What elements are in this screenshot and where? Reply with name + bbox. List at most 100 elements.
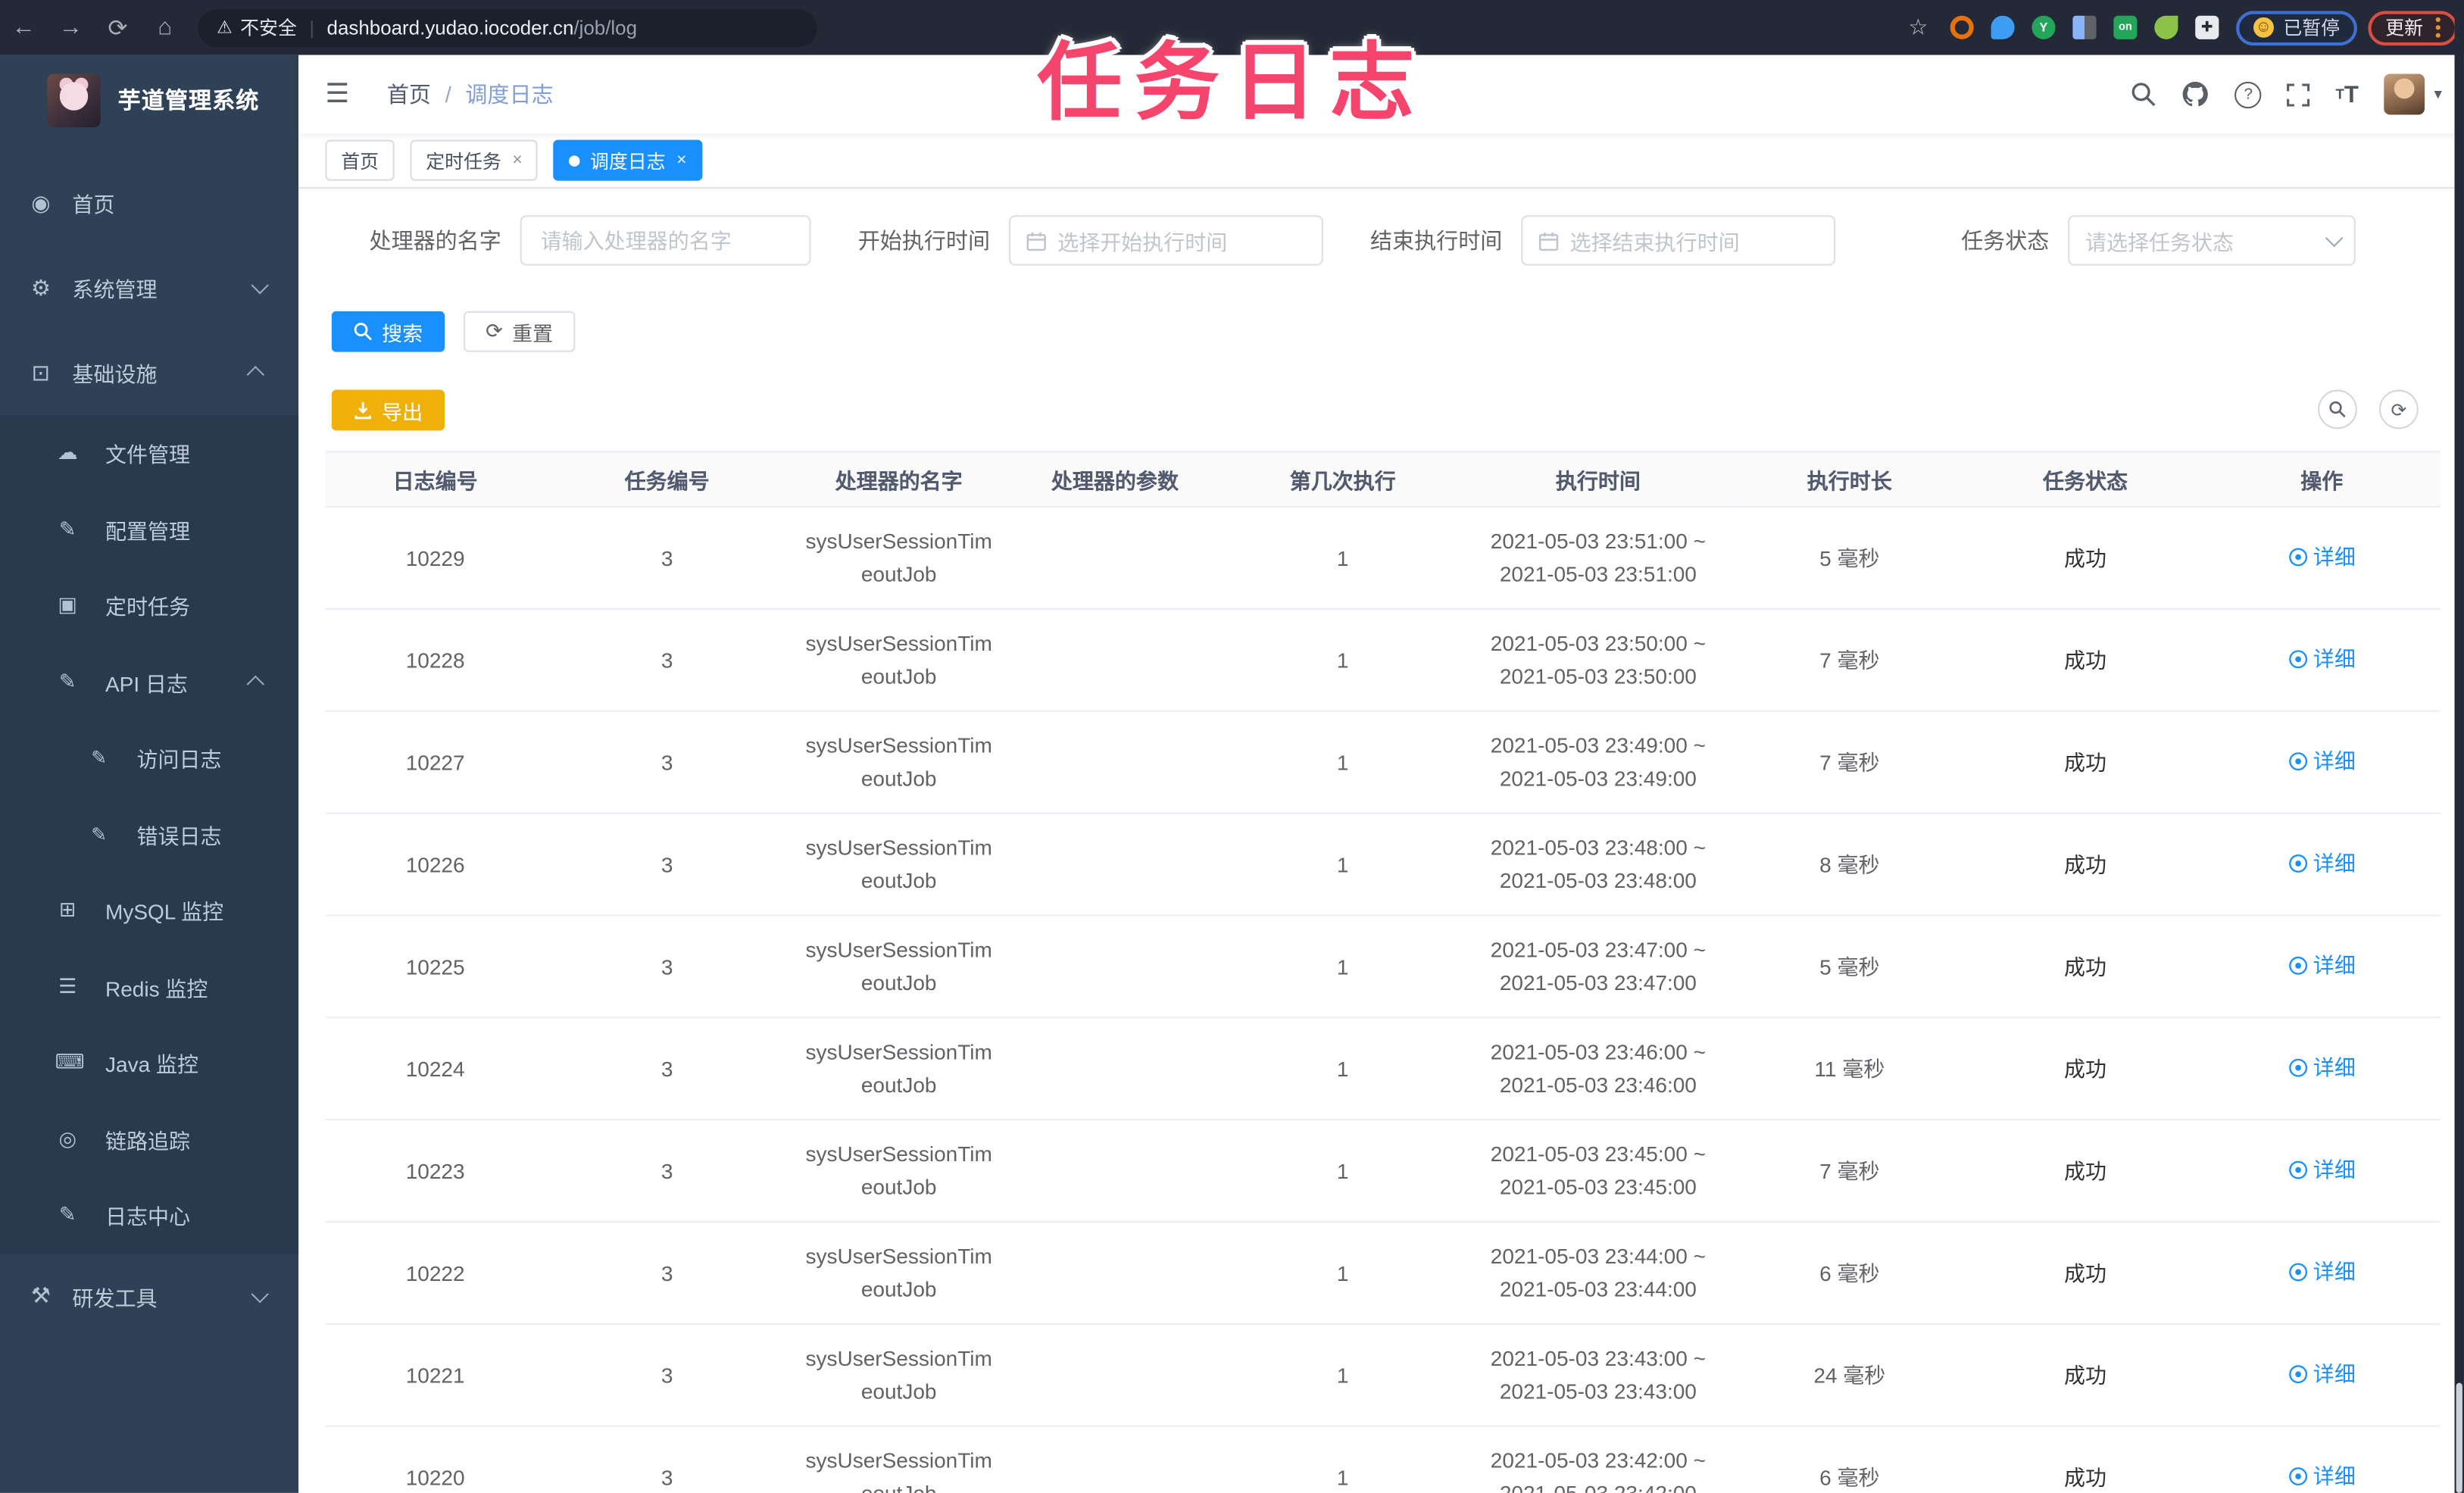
fullscreen-icon[interactable] [2287,83,2310,106]
toggle-search-button[interactable] [2318,389,2357,429]
github-icon[interactable] [2181,80,2209,108]
extensions-puzzle-icon[interactable]: ✚ [2195,15,2219,39]
cell-handler: sysUserSessionTimeoutJob [789,915,1009,1019]
chevron-up-icon [246,675,265,693]
cell-param [1008,1120,1221,1223]
detail-link[interactable]: 详细 [2288,540,2356,573]
url-path[interactable]: /job/log [573,17,637,39]
close-icon[interactable]: × [512,151,522,170]
cell-log-id: 10222 [325,1222,545,1325]
extension-grid-icon[interactable] [2072,15,2097,39]
sidebar-item-系统管理[interactable]: ⚙ 系统管理 [0,245,298,330]
extension-green-y-icon[interactable]: Y [2031,15,2056,39]
task-status-placeholder: 请选择任务状态 [2085,230,2234,255]
hamburger-icon[interactable]: ☰ [325,79,349,110]
tag-定时任务[interactable]: 定时任务 × [410,139,539,181]
detail-link[interactable]: 详细 [2288,1153,2356,1186]
sidebar-item-访问日志[interactable]: ✎ 访问日志 [0,720,298,796]
detail-link[interactable]: 详细 [2288,1357,2356,1390]
sidebar-item-java-监控[interactable]: ⌨ Java 监控 [0,1025,298,1101]
task-status-select[interactable]: 请选择任务状态 [2068,215,2356,266]
detail-label: 详细 [2313,544,2356,568]
url-host[interactable]: dashboard.yudao.iocoder.cn [327,17,574,39]
cell-status: 成功 [1967,1323,2203,1427]
sidebar-item-api-日志[interactable]: ✎ API 日志 [0,644,298,720]
browser-menu-icon[interactable] [2435,17,2441,38]
reload-icon[interactable]: ⟳ [94,14,141,42]
chevron-down-icon [2325,229,2344,248]
tag-调度日志[interactable]: 调度日志 × [554,139,703,181]
cell-round: 1 [1220,1017,1465,1121]
refresh-table-button[interactable]: ⟳ [2378,389,2419,429]
address-bar[interactable]: ⚠ 不安全 | dashboard.yudao.iocoder.cn/job/l… [198,8,817,47]
eye-icon [2289,1057,2308,1076]
window-scrollbar[interactable] [2454,0,2464,1493]
detail-link[interactable]: 详细 [2288,744,2356,777]
cell-duration: 5 毫秒 [1732,507,1968,610]
help-icon[interactable]: ? [2234,80,2262,108]
detail-label: 详细 [2313,1055,2356,1079]
avatar-caret-icon[interactable]: ▾ [2434,86,2441,103]
detail-link[interactable]: 详细 [2288,642,2356,675]
chevron-down-icon [251,1284,269,1303]
handler-name-input[interactable] [520,215,811,266]
sidebar-item-label: 访问日志 [136,748,222,773]
sidebar-item-首页[interactable]: ◉ 首页 [0,161,298,245]
export-button[interactable]: 导出 [331,389,445,431]
cell-actions: 详细 [2203,711,2441,814]
detail-label: 详细 [2313,953,2356,977]
search-icon[interactable] [2131,82,2156,107]
eye-icon [2289,649,2308,668]
detail-label: 详细 [2313,748,2356,773]
extension-on-badge[interactable]: on [2113,15,2138,39]
recorder-paused-pill[interactable]: ☺ 已暂停 [2236,10,2357,45]
security-label[interactable]: 不安全 [240,14,297,41]
download-icon [354,402,372,420]
cell-exec-time: 2021-05-03 23:47:00 ~2021-05-03 23:47:00 [1464,915,1732,1019]
sidebar-item-配置管理[interactable]: ✎ 配置管理 [0,491,298,567]
close-icon[interactable]: × [676,151,686,170]
sidebar-item-定时任务[interactable]: ▣ 定时任务 [0,567,298,644]
font-size-icon[interactable]: TT [2335,81,2358,108]
gear-icon: ⚙ [30,274,51,300]
user-avatar[interactable] [2384,73,2425,115]
tag-首页[interactable]: 首页 [325,139,395,181]
search-button[interactable]: 搜索 [331,311,445,352]
sidebar-item-文件管理[interactable]: ☁ 文件管理 [0,415,298,492]
reset-button[interactable]: ⟳ 重置 [464,311,576,352]
cell-log-id: 10228 [325,608,545,712]
extension-orange-icon[interactable] [1950,15,1974,39]
detail-link[interactable]: 详细 [2288,846,2356,879]
sidebar-item-mysql-监控[interactable]: ⊞ MySQL 监控 [0,872,298,948]
bookmark-star-icon[interactable]: ☆ [1908,14,1928,41]
table-row: 10226 3 sysUserSessionTim eoutJob 1 2021-05-0… [325,813,2441,917]
extension-leaf-icon[interactable] [2154,15,2178,39]
sidebar-item-redis-监控[interactable]: ☰ Redis 监控 [0,948,298,1025]
detail-link[interactable]: 详细 [2288,948,2356,982]
cell-exec-time: 2021-05-03 23:48:00 ~2021-05-03 23:48:00 [1464,813,1732,917]
home-icon[interactable]: ⌂ [142,14,189,41]
start-time-picker[interactable]: 选择开始执行时间 [1008,215,1323,266]
sidebar-item-日志中心[interactable]: ✎ 日志中心 [0,1177,298,1254]
chrome-update-pill[interactable]: 更新 [2368,10,2458,45]
sidebar-item-基础设施[interactable]: ⊡ 基础设施 [0,330,298,415]
smiley-icon: ☺ [2253,17,2274,38]
detail-link[interactable]: 详细 [2288,1459,2356,1492]
detail-link[interactable]: 详细 [2288,1051,2356,1084]
end-time-picker[interactable]: 选择结束执行时间 [1521,215,1836,266]
cell-task-id: 3 [545,1017,789,1121]
breadcrumb-home[interactable]: 首页 [387,79,431,110]
forward-icon[interactable]: → [47,14,94,41]
app-logo-row[interactable]: 芋道管理系统 [0,55,298,145]
sidebar-item-研发工具[interactable]: ⚒ 研发工具 [0,1253,298,1338]
cell-param [1008,507,1221,610]
sidebar-item-链路追踪[interactable]: ◎ 链路追踪 [0,1101,298,1177]
detail-link[interactable]: 详细 [2288,1255,2356,1288]
table-row: 10229 3 sysUserSessionTim eoutJob 1 2021-05-0… [325,507,2441,610]
table-row: 10224 3 sysUserSessionTim eoutJob 1 2021-05-0… [325,1017,2441,1121]
filter-form: 处理器的名字 开始执行时间 选择开始执行时间 结束执行时间 [325,215,2440,266]
back-icon[interactable]: ← [0,14,47,41]
sidebar-item-错误日志[interactable]: ✎ 错误日志 [0,796,298,873]
extension-blue-icon[interactable] [1991,15,2015,39]
table-row: 10223 3 sysUserSessionTim eoutJob 1 2021-05-0… [325,1120,2441,1223]
